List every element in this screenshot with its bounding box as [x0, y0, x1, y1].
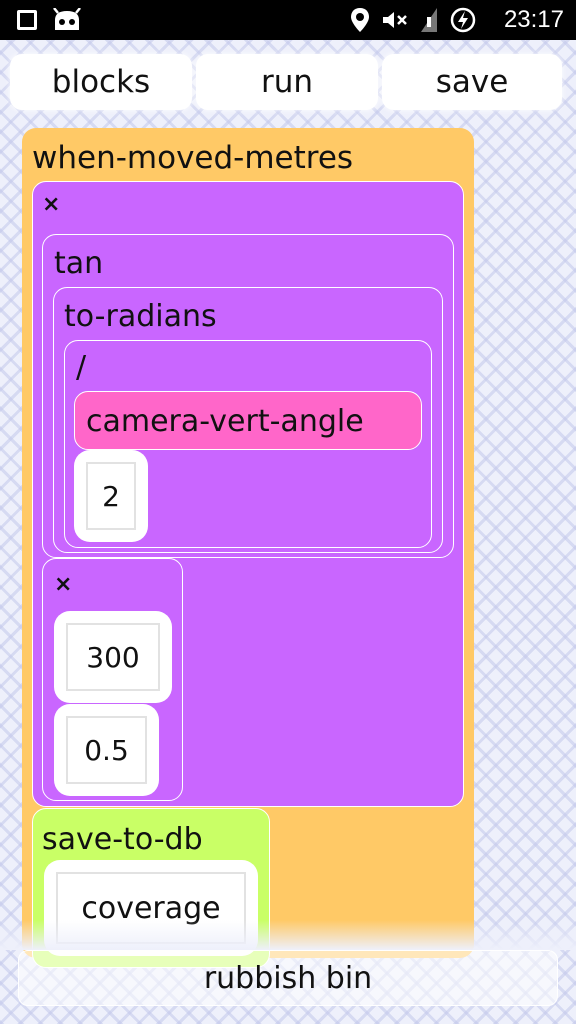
mute-icon: [383, 12, 407, 28]
factor-a-value[interactable]: 300: [66, 623, 160, 691]
to-radians-label: to-radians: [64, 299, 217, 334]
location-icon: [351, 8, 369, 32]
android-robot-icon: [53, 8, 81, 30]
run-button[interactable]: run: [196, 54, 378, 110]
clock: 23:17: [503, 6, 564, 33]
blocks-button[interactable]: blocks: [10, 54, 192, 110]
divide-label: /: [76, 350, 87, 385]
factor-b-number-block[interactable]: 0.5: [54, 704, 159, 796]
battery-charging-icon: [450, 7, 476, 33]
factor-a-number-block[interactable]: 300: [54, 611, 172, 703]
recent-apps-icon: [17, 10, 37, 30]
rubbish-bin[interactable]: rubbish bin: [18, 950, 558, 1006]
save-to-db-label: save-to-db: [42, 822, 203, 857]
divisor-value[interactable]: 2: [86, 462, 136, 530]
multiply-outer-label: ×: [42, 192, 61, 217]
status-icons: [350, 6, 476, 34]
factor-b-value[interactable]: 0.5: [66, 716, 147, 784]
signal-icon: [421, 8, 437, 32]
status-bar: 23:17: [0, 0, 576, 40]
when-moved-metres-label: when-moved-metres: [32, 140, 354, 176]
tan-label: tan: [54, 246, 104, 281]
multiply-inner-label: ×: [54, 572, 73, 597]
scroll-fade: [0, 920, 576, 950]
divisor-number-block[interactable]: 2: [74, 450, 148, 542]
save-button[interactable]: save: [382, 54, 562, 110]
camera-vert-angle-label: camera-vert-angle: [86, 404, 364, 439]
